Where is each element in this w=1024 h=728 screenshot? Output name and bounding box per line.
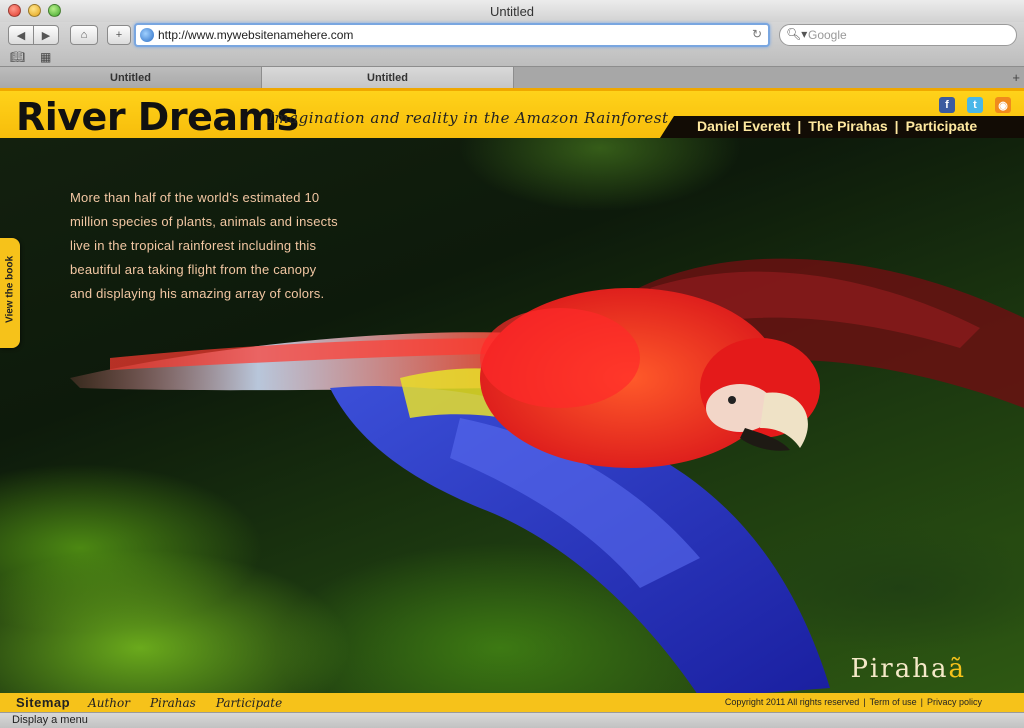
add-bookmark-button[interactable]: + — [107, 25, 131, 45]
reload-icon[interactable]: ↻ — [752, 27, 762, 41]
nav-the-pirahas[interactable]: The Pirahas — [808, 118, 887, 134]
brand-mark-text: Piraha — [850, 654, 949, 684]
brand-mark-accent: ã — [948, 654, 966, 684]
address-bar[interactable]: http://www.mywebsitenamehere.com ↻ — [134, 23, 770, 47]
bookmarks-book-icon[interactable]: 📖︎ — [10, 50, 25, 64]
nav-daniel-everett[interactable]: Daniel Everett — [697, 118, 790, 134]
intro-text: More than half of the world's estimated … — [70, 190, 338, 301]
forward-button[interactable]: ▶ — [33, 25, 59, 45]
footer-sitemap-link[interactable]: Sitemap — [16, 695, 70, 710]
site-title[interactable]: River Dreams — [16, 95, 299, 139]
plus-icon: + — [115, 29, 123, 41]
home-icon: ⌂ — [80, 29, 88, 41]
site-tagline: Imagination and reality in the Amazon Ra… — [268, 109, 669, 127]
address-text[interactable]: http://www.mywebsitenamehere.com — [158, 28, 353, 42]
tab-bar: Untitled Untitled + — [0, 66, 1024, 88]
home-button[interactable]: ⌂ — [70, 25, 98, 45]
legal-separator: | — [920, 697, 923, 707]
window-titlebar: Untitled — [0, 0, 1024, 22]
web-page: River Dreams Imagination and reality in … — [0, 88, 1024, 712]
tab-2[interactable]: Untitled — [262, 67, 514, 88]
nav-separator: | — [894, 118, 899, 134]
back-arrow-icon: ◀ — [16, 29, 26, 42]
view-the-book-tab[interactable]: View the book — [0, 238, 20, 348]
tab-1[interactable]: Untitled — [0, 67, 262, 88]
footer-pirahas-link[interactable]: Pirahas — [150, 696, 196, 710]
status-text: Display a menu — [12, 714, 88, 726]
footer-nav: Sitemap Author Pirahas Participate — [16, 695, 302, 710]
forward-arrow-icon: ▶ — [41, 29, 51, 42]
browser-toolbar: ◀ ▶ ⌂ + http://www.mywebsitenamehere.com… — [0, 22, 1024, 66]
view-the-book-label: View the book — [4, 255, 16, 324]
main-nav: Daniel Everett | The Pirahas | Participate — [697, 118, 977, 134]
privacy-link[interactable]: Privacy policy — [927, 697, 982, 707]
status-bar: Display a menu — [0, 712, 1024, 728]
back-button[interactable]: ◀ — [8, 25, 34, 45]
search-placeholder: Google — [808, 28, 847, 42]
piraha-brand-mark: Pirahaã — [850, 654, 966, 684]
legal-separator: | — [863, 697, 866, 707]
rss-icon[interactable]: ◉ — [995, 97, 1011, 113]
footer-author-link[interactable]: Author — [88, 696, 130, 710]
macaw-image — [70, 258, 1024, 698]
nav-separator: | — [797, 118, 802, 134]
copyright-text: Copyright 2011 All rights reserved — [724, 697, 860, 707]
terms-link[interactable]: Term of use — [870, 697, 917, 707]
new-tab-icon[interactable]: + — [1012, 70, 1020, 85]
twitter-icon[interactable]: t — [967, 97, 983, 113]
search-icon[interactable]: 🔍︎▾ — [786, 27, 807, 41]
globe-icon — [140, 28, 154, 42]
top-sites-grid-icon[interactable]: ▦ — [40, 50, 51, 64]
window-title: Untitled — [489, 4, 535, 19]
site-footer: Sitemap Author Pirahas Participate Copyrigh… — [0, 693, 1024, 712]
footer-participate-link[interactable]: Participate — [216, 696, 282, 710]
footer-legal: Copyright 2011 All rights reserved | Term … — [725, 697, 982, 707]
search-input[interactable]: 🔍︎▾ Google — [779, 24, 1017, 46]
nav-participate[interactable]: Participate — [906, 118, 978, 134]
facebook-icon[interactable]: f — [939, 97, 955, 113]
